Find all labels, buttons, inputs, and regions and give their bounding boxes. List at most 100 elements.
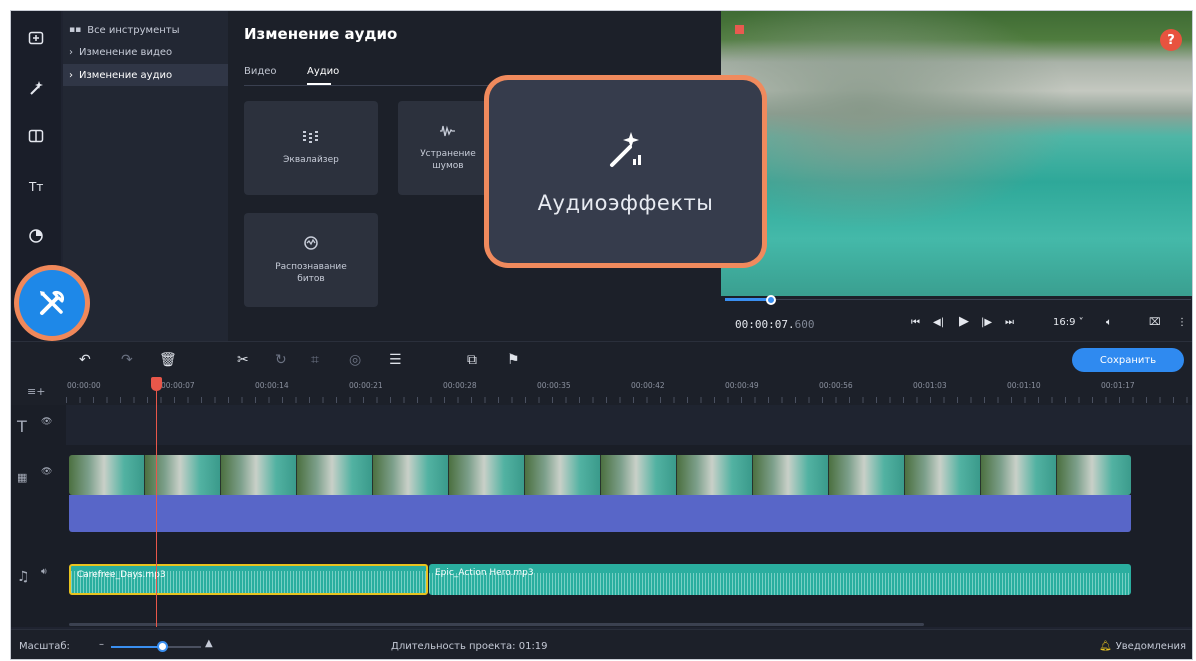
ruler-tick-label: 00:00:28 bbox=[443, 381, 477, 390]
delete-icon[interactable]: 🗑︎ bbox=[159, 352, 177, 368]
ruler-tick-label: 00:01:03 bbox=[913, 381, 947, 390]
audio-effects-callout[interactable]: Аудиоэффекты bbox=[484, 75, 767, 268]
next-frame-icon[interactable]: |▶ bbox=[981, 317, 992, 328]
zoom-in-icon[interactable]: ▲ bbox=[205, 638, 213, 649]
notifications-button[interactable]: 🔔︎ Уведомления bbox=[1099, 641, 1186, 652]
ruler-tick-label: 00:00:49 bbox=[725, 381, 759, 390]
grid-icon: ▪▪ bbox=[69, 25, 82, 35]
beat-detection-icon bbox=[304, 236, 318, 250]
preview-progress[interactable] bbox=[725, 298, 770, 301]
time-main: 00:00:07. bbox=[735, 318, 795, 331]
ruler-tick-label: 00:00:21 bbox=[349, 381, 383, 390]
beat-detection-label: Распознавание битов bbox=[275, 262, 347, 284]
video-preview[interactable]: ? bbox=[721, 11, 1192, 296]
chevron-right-icon: › bbox=[69, 46, 73, 58]
clip2-name: Epic_Action Hero.mp3 bbox=[435, 568, 534, 578]
snapshot-icon[interactable]: ⌧ bbox=[1149, 317, 1161, 328]
crop-icon[interactable]: ⌗ bbox=[311, 352, 319, 368]
clip-properties-icon[interactable]: ☰ bbox=[389, 352, 402, 368]
ruler-tick-label: 00:00:56 bbox=[819, 381, 853, 390]
playhead-line bbox=[156, 387, 157, 627]
ruler-tick-label: 00:00:14 bbox=[255, 381, 289, 390]
timeline-ruler[interactable]: ≡+ 00:00:00 00:00:07 00:00:14 00:00:21 00:00… bbox=[11, 377, 1192, 405]
ruler-ticks-line bbox=[66, 397, 1192, 403]
text-track-visibility-icon[interactable]: 👁︎ bbox=[41, 417, 96, 427]
time-ms: 600 bbox=[794, 318, 815, 331]
audio-effects-card[interactable]: Аудиоэффекты bbox=[489, 80, 762, 263]
status-bar: Масштаб: – ▲ Длительность проекта: 01:19… bbox=[11, 629, 1192, 659]
ruler-tick-label: 00:00:35 bbox=[537, 381, 571, 390]
transitions-icon[interactable] bbox=[23, 123, 49, 149]
more-tools-button[interactable] bbox=[19, 270, 85, 336]
audio-effects-label: Аудиоэффекты bbox=[537, 190, 714, 215]
aspect-ratio-select[interactable]: 16:9 ˅ bbox=[1053, 317, 1084, 328]
timeline-scrollbar[interactable] bbox=[69, 623, 924, 626]
tree-audio-edit[interactable]: › Изменение аудио bbox=[63, 64, 228, 86]
tree-all-tools-label: Все инструменты bbox=[87, 24, 180, 36]
equalizer-label: Эквалайзер bbox=[283, 155, 339, 165]
zoom-out-icon[interactable]: – bbox=[99, 639, 104, 650]
ruler-tick-label: 00:00:07 bbox=[161, 381, 195, 390]
equalizer-card[interactable]: Эквалайзер bbox=[244, 101, 378, 195]
tools-icon bbox=[40, 290, 65, 315]
music-clip-selected[interactable]: Carefree_Days.mp3 bbox=[69, 564, 428, 595]
titles-icon[interactable]: Tт bbox=[23, 173, 49, 199]
noise-removal-card[interactable]: Устранение шумов bbox=[398, 101, 498, 195]
filters-icon[interactable] bbox=[23, 75, 49, 101]
current-time: 00:00:07.600 bbox=[735, 318, 814, 331]
tab-audio[interactable]: Аудио bbox=[307, 66, 339, 77]
marker-icon[interactable]: ⚑ bbox=[507, 352, 520, 368]
ruler-tick-label: 00:00:00 bbox=[67, 381, 101, 390]
tree-video-edit[interactable]: › Изменение видео bbox=[63, 41, 228, 63]
recording-indicator bbox=[735, 25, 744, 34]
notifications-label: Уведомления bbox=[1115, 641, 1186, 652]
music-clip[interactable]: Epic_Action Hero.mp3 bbox=[429, 564, 1131, 595]
stickers-icon[interactable] bbox=[23, 223, 49, 249]
play-icon[interactable]: ▶ bbox=[959, 314, 969, 329]
volume-icon[interactable]: 🔈︎ bbox=[1106, 317, 1112, 328]
go-to-end-icon[interactable]: ⏭ bbox=[1005, 317, 1014, 328]
magic-wand-icon bbox=[609, 131, 641, 167]
noise-removal-icon bbox=[440, 125, 455, 137]
ruler-tick-label: 00:01:10 bbox=[1007, 381, 1041, 390]
app-window: Tт ▪▪ Все инструменты › Изменение видео … bbox=[10, 10, 1193, 660]
svg-text:Tт: Tт bbox=[28, 180, 43, 194]
zoom-fill bbox=[111, 646, 164, 648]
noise-removal-label: Устранение шумов bbox=[420, 149, 476, 171]
player-controls: 00:00:07.600 ⏮ ◀| ▶ |▶ ⏭ 16:9 ˅ 🔈︎ ⌧ ⋮ bbox=[721, 295, 1192, 341]
timeline-tracks: T 👁︎ ▦ 👁︎ ♫ 🔊︎ Carefree_Days.mp3 Epic_Ac… bbox=[11, 405, 1192, 627]
import-icon[interactable] bbox=[23, 25, 49, 51]
video-audio-track[interactable] bbox=[69, 495, 1131, 532]
preview-progress-track[interactable] bbox=[776, 299, 1191, 300]
more-tools-highlight[interactable] bbox=[14, 265, 90, 341]
overlay-icon[interactable]: ⧉ bbox=[467, 352, 477, 368]
more-options-icon[interactable]: ⋮ bbox=[1177, 317, 1187, 328]
tree-video-edit-label: Изменение видео bbox=[79, 46, 173, 58]
equalizer-icon bbox=[303, 131, 318, 143]
timeline-toolbar: ↶ ↷ 🗑︎ ✂ ↻ ⌗ ◎ ☰ ⧉ ⚑ Сохранить bbox=[11, 341, 1192, 377]
video-clip[interactable] bbox=[69, 455, 1131, 495]
cut-icon[interactable]: ✂ bbox=[237, 352, 249, 368]
waveform bbox=[429, 573, 1131, 595]
panel-title: Изменение аудио bbox=[244, 25, 398, 43]
redo-icon[interactable]: ↷ bbox=[121, 352, 133, 368]
tab-video[interactable]: Видео bbox=[244, 66, 277, 77]
bell-icon: 🔔︎ bbox=[1098, 641, 1112, 652]
project-duration: Длительность проекта: 01:19 bbox=[391, 641, 548, 652]
go-to-start-icon[interactable]: ⏮ bbox=[911, 317, 920, 328]
text-track[interactable] bbox=[66, 405, 1192, 445]
undo-icon[interactable]: ↶ bbox=[79, 352, 91, 368]
rotate-icon[interactable]: ↻ bbox=[275, 352, 287, 368]
ruler-tick-label: 00:01:17 bbox=[1101, 381, 1135, 390]
tree-all-tools[interactable]: ▪▪ Все инструменты bbox=[63, 19, 228, 41]
preview-scrubber-knob[interactable] bbox=[766, 295, 776, 305]
help-button[interactable]: ? bbox=[1160, 29, 1182, 51]
save-button[interactable]: Сохранить bbox=[1072, 348, 1184, 372]
zoom-label: Масштаб: bbox=[19, 641, 70, 652]
beat-detection-card[interactable]: Распознавание битов bbox=[244, 213, 378, 307]
zoom-knob[interactable] bbox=[157, 641, 169, 652]
chevron-right-icon: › bbox=[69, 69, 73, 81]
previous-frame-icon[interactable]: ◀| bbox=[933, 317, 944, 328]
tree-audio-edit-label: Изменение аудио bbox=[79, 69, 173, 81]
color-adjust-icon[interactable]: ◎ bbox=[349, 352, 361, 368]
